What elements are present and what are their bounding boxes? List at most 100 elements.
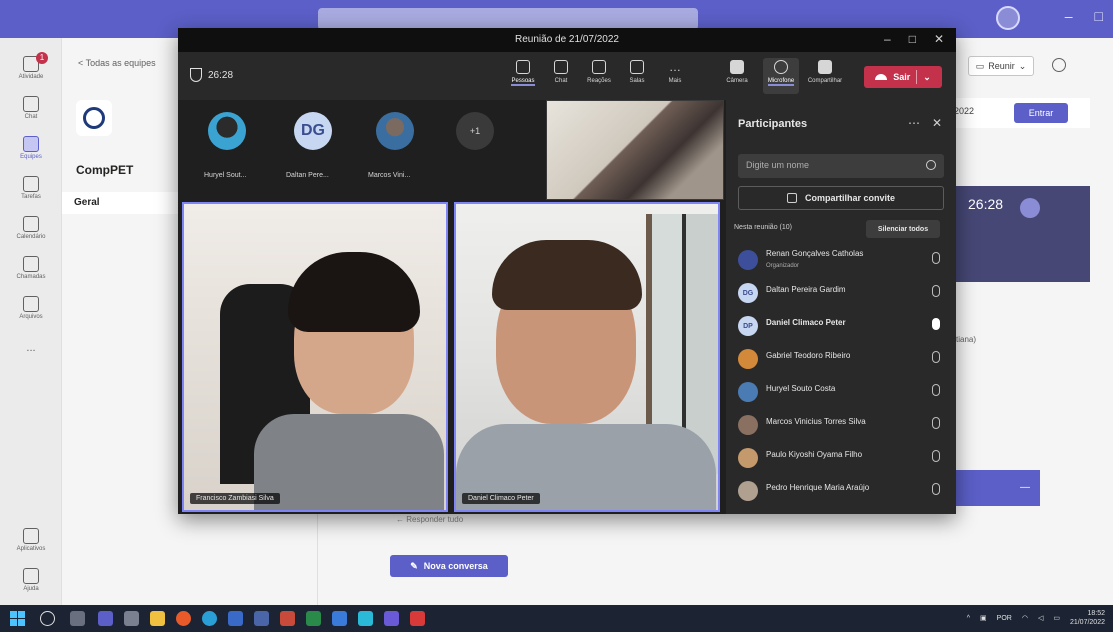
rail-item-more[interactable]: ... — [0, 342, 62, 354]
participant-row[interactable]: Huryel Souto Costa — [738, 378, 944, 404]
participant-row[interactable]: Gabriel Teodoro Ribeiro — [738, 345, 944, 371]
team-logo — [76, 100, 112, 136]
meet-now-button[interactable]: ▭ Reunir ⌄ — [968, 56, 1034, 76]
participant-row[interactable]: DP Daniel Climaco Peter — [738, 312, 944, 338]
video-tile[interactable]: Francisco Zambiasi Silva — [182, 202, 448, 512]
share-icon — [786, 193, 797, 203]
camera-button[interactable]: Câmera — [720, 60, 754, 84]
rail-item-calls[interactable]: Chamadas — [0, 256, 62, 280]
rail-item-apps[interactable]: Aplicativos — [0, 528, 62, 552]
rail-item-files[interactable]: Arquivos — [0, 296, 62, 320]
clock[interactable]: 18:52 21/07/2022 — [1070, 609, 1105, 627]
microphone-icon — [932, 318, 940, 330]
task-view-icon[interactable] — [70, 611, 85, 626]
all-teams-link[interactable]: < Todas as equipes — [78, 58, 156, 68]
user-avatar[interactable] — [996, 6, 1020, 30]
self-video-preview[interactable] — [546, 100, 724, 200]
acrobat-icon[interactable] — [410, 611, 425, 626]
participant-row[interactable]: Paulo Kiyoshi Oyama Filho — [738, 444, 944, 470]
more-button[interactable]: … Mais — [658, 60, 692, 84]
participant-name: Paulo Kiyoshi Oyama Filho — [766, 450, 863, 459]
wifi-icon[interactable]: ◠ — [1022, 614, 1028, 622]
volume-icon[interactable]: ◁ — [1038, 614, 1043, 622]
tasks-icon — [23, 176, 39, 192]
rail-label: Equipes — [20, 154, 42, 160]
word-icon[interactable] — [228, 611, 243, 626]
participant-row[interactable]: Renan Gonçalves Catholas Organizador — [738, 246, 944, 272]
powerpoint-icon[interactable] — [280, 611, 295, 626]
close-icon[interactable]: ✕ — [932, 116, 942, 130]
rail-item-chat[interactable]: Chat — [0, 96, 62, 120]
teams-chat-icon[interactable] — [98, 611, 113, 626]
firefox-icon[interactable] — [176, 611, 191, 626]
chevron-down-icon[interactable]: ⌄ — [923, 72, 931, 83]
battery-icon[interactable]: ▭ — [1053, 614, 1060, 622]
outlook-icon[interactable] — [332, 611, 347, 626]
message-action-bar[interactable]: — — [956, 470, 1040, 506]
more-participants-avatar[interactable]: +1 — [456, 112, 494, 150]
apps-icon — [23, 528, 39, 544]
share-screen-icon — [818, 60, 832, 74]
participant-row[interactable]: Marcos Vinicius Torres Silva — [738, 411, 944, 437]
participant-row[interactable]: DG Daltan Pereira Gardim — [738, 279, 944, 305]
share-button[interactable]: Compartilhar — [808, 60, 842, 84]
meeting-window-controls: – □ ✕ — [884, 32, 944, 46]
rail-item-activity[interactable]: Atividade 1 — [0, 52, 62, 80]
start-icon[interactable] — [10, 611, 25, 626]
rail-item-teams[interactable]: Equipes — [0, 136, 62, 160]
rail-item-help[interactable]: Ajuda — [0, 568, 62, 592]
settings-icon[interactable] — [124, 611, 139, 626]
close-icon[interactable]: ✕ — [934, 32, 944, 46]
rail-item-tasks[interactable]: Tarefas — [0, 176, 62, 200]
rail-label: Tarefas — [21, 194, 41, 200]
app-tray-icon[interactable]: ▣ — [980, 614, 987, 622]
help-icon — [23, 568, 39, 584]
chat-button[interactable]: Chat — [544, 60, 578, 84]
file-explorer-icon[interactable] — [150, 611, 165, 626]
search-icon[interactable] — [40, 611, 55, 626]
minimize-icon[interactable]: – — [884, 32, 891, 46]
join-button[interactable]: Entrar — [1014, 103, 1068, 123]
minimize-icon[interactable]: – — [1065, 8, 1073, 24]
participant-avatar[interactable] — [208, 112, 246, 150]
windows-taskbar: ^ ▣ POR ◠ ◁ ▭ 18:52 21/07/2022 — [0, 605, 1113, 632]
meeting-timer: 26:28 — [190, 68, 233, 82]
app-icon[interactable] — [358, 611, 373, 626]
excel-icon[interactable] — [306, 611, 321, 626]
teams-search-bar[interactable] — [318, 8, 698, 30]
maximize-icon[interactable]: □ — [1095, 8, 1103, 24]
microphone-muted-icon — [932, 417, 940, 429]
participant-row[interactable]: Pedro Henrique Maria Araújo — [738, 477, 944, 503]
leave-button[interactable]: Sair ⌄ — [864, 66, 942, 88]
in-meeting-section-header[interactable]: Nesta reunião (10) — [734, 224, 792, 231]
share-invite-button[interactable]: Compartilhar convite — [738, 186, 944, 210]
participant-name: Marcos Vinicius Torres Silva — [766, 417, 866, 426]
edge-icon[interactable] — [202, 611, 217, 626]
teams-window-controls: – □ — [1065, 8, 1103, 24]
pop-out-icon[interactable]: ⋯ — [908, 116, 920, 130]
people-button[interactable]: Pessoas — [506, 60, 540, 86]
visual-studio-icon[interactable] — [384, 611, 399, 626]
info-icon[interactable] — [1052, 58, 1066, 72]
microphone-button[interactable]: Microfone — [764, 60, 798, 86]
participant-avatar-initials[interactable]: DG — [294, 112, 332, 150]
app-icon[interactable] — [254, 611, 269, 626]
language-indicator[interactable]: POR — [997, 615, 1012, 622]
meeting-window: Reunião de 21/07/2022 – □ ✕ 26:28 Pessoa… — [178, 28, 956, 514]
new-conversation-button[interactable]: ✎ Nova conversa — [390, 555, 508, 577]
participant-avatar[interactable] — [376, 112, 414, 150]
rooms-button[interactable]: Salas — [620, 60, 654, 84]
compose-icon: ✎ — [410, 560, 418, 571]
participant-name: Daltan Pereira Gardim — [766, 285, 846, 294]
team-name[interactable]: CompPET — [76, 163, 133, 177]
rail-item-calendar[interactable]: Calendário — [0, 216, 62, 240]
mute-all-button[interactable]: Silenciar todos — [866, 220, 940, 238]
reply-link[interactable]: ← Responder tudo — [396, 515, 463, 524]
maximize-icon[interactable]: □ — [909, 32, 916, 46]
participants-panel: Participantes ⋯ ✕ Digite um nome Compart… — [726, 100, 956, 514]
meeting-card[interactable]: 26:28 — [956, 186, 1090, 282]
chevron-up-icon[interactable]: ^ — [967, 615, 970, 622]
participant-search-input[interactable]: Digite um nome — [738, 154, 944, 178]
reactions-button[interactable]: Reações — [582, 60, 616, 84]
video-tile[interactable]: Daniel Climaco Peter — [454, 202, 720, 512]
